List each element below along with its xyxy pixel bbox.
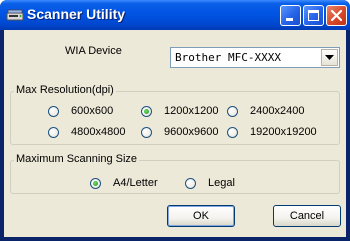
- radio-dot[interactable]: [227, 105, 238, 117]
- radio-dot[interactable]: [48, 105, 59, 117]
- radio-dot[interactable]: [141, 126, 152, 138]
- close-icon: [330, 9, 343, 22]
- radio-label: 19200x19200: [250, 126, 317, 138]
- radio-dot[interactable]: [227, 126, 238, 138]
- ok-button[interactable]: OK: [167, 205, 235, 227]
- radio-label: Legal: [208, 177, 235, 189]
- dropdown-arrow-button[interactable]: [321, 49, 338, 66]
- radio-label: A4/Letter: [113, 177, 158, 189]
- radio-label: 2400x2400: [250, 105, 305, 117]
- scanner-icon: [6, 6, 24, 24]
- radio-label: 9600x9600: [164, 126, 219, 138]
- radio-dot[interactable]: [48, 126, 59, 138]
- title-bar[interactable]: Scanner Utility: [0, 0, 350, 30]
- close-button[interactable]: [326, 5, 347, 26]
- radio-label: 4800x4800: [71, 126, 126, 138]
- radio-size-a4-letter[interactable]: A4/Letter: [90, 177, 158, 189]
- chevron-down-icon: [325, 55, 334, 60]
- scanner-utility-window: Scanner Utility WIA Device Brother MFC-X…: [0, 0, 350, 241]
- cancel-button[interactable]: Cancel: [273, 205, 341, 227]
- wia-device-label: WIA Device: [65, 45, 122, 57]
- max-scanning-size-group: [10, 160, 340, 194]
- minimize-button[interactable]: [280, 5, 301, 26]
- radio-res-4800[interactable]: 4800x4800: [48, 126, 125, 138]
- radio-dot-selected[interactable]: [141, 105, 152, 117]
- max-resolution-title: Max Resolution(dpi): [14, 84, 116, 96]
- radio-res-1200[interactable]: 1200x1200: [141, 105, 218, 117]
- radio-dot-selected[interactable]: [90, 177, 101, 189]
- radio-label: 1200x1200: [164, 105, 219, 117]
- maximize-icon: [308, 10, 319, 21]
- window-title: Scanner Utility: [27, 6, 126, 22]
- maximize-button[interactable]: [303, 5, 324, 26]
- radio-res-600[interactable]: 600x600: [48, 105, 113, 117]
- radio-size-legal[interactable]: Legal: [185, 177, 235, 189]
- max-scanning-size-title: Maximum Scanning Size: [14, 153, 140, 165]
- dialog-body: WIA Device Brother MFC-XXXX Max Resoluti…: [4, 30, 346, 237]
- radio-res-19200[interactable]: 19200x19200: [227, 126, 317, 138]
- wia-device-dropdown[interactable]: Brother MFC-XXXX: [170, 47, 340, 68]
- minimize-icon: [286, 18, 293, 21]
- radio-dot[interactable]: [185, 177, 196, 189]
- wia-device-value: Brother MFC-XXXX: [175, 51, 281, 64]
- radio-label: 600x600: [71, 105, 114, 117]
- radio-res-9600[interactable]: 9600x9600: [141, 126, 218, 138]
- radio-res-2400[interactable]: 2400x2400: [227, 105, 304, 117]
